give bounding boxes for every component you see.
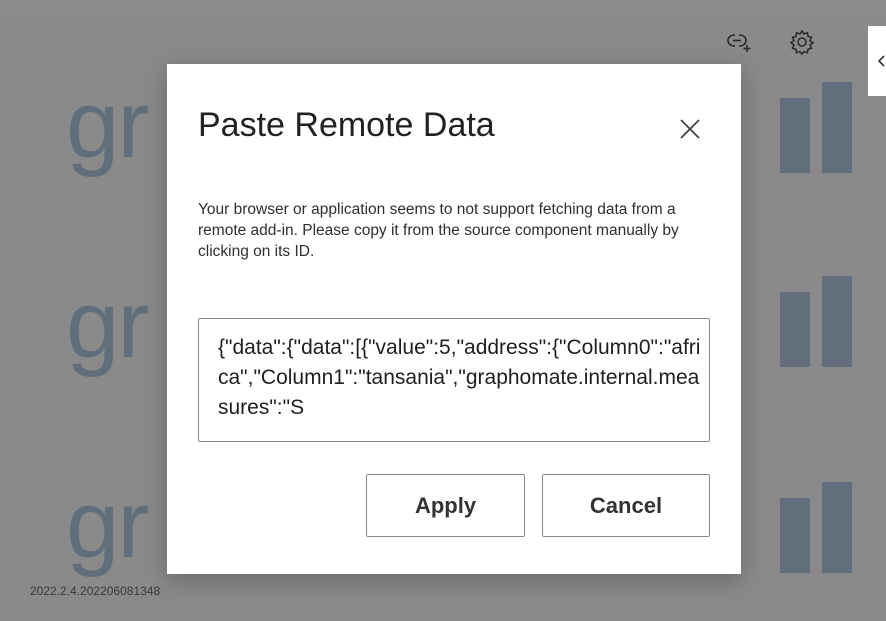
version-label: 2022.2.4.202206081348 bbox=[30, 584, 161, 598]
apply-button[interactable]: Apply bbox=[366, 474, 525, 537]
dialog-message: Your browser or application seems to not… bbox=[198, 201, 679, 260]
chevron-left-icon bbox=[876, 54, 886, 68]
paste-remote-data-dialog: Paste Remote Data Your browser or applic… bbox=[167, 64, 741, 574]
close-icon bbox=[678, 117, 702, 141]
remote-data-textarea[interactable]: {"data":{"data":[{"value":5,"address":{"… bbox=[198, 318, 710, 442]
side-panel-tab[interactable] bbox=[868, 26, 886, 96]
cancel-button[interactable]: Cancel bbox=[542, 474, 710, 537]
close-button[interactable] bbox=[675, 114, 705, 144]
dialog-title: Paste Remote Data bbox=[198, 106, 495, 144]
gear-icon[interactable] bbox=[785, 25, 819, 59]
link-icon[interactable] bbox=[722, 25, 756, 59]
